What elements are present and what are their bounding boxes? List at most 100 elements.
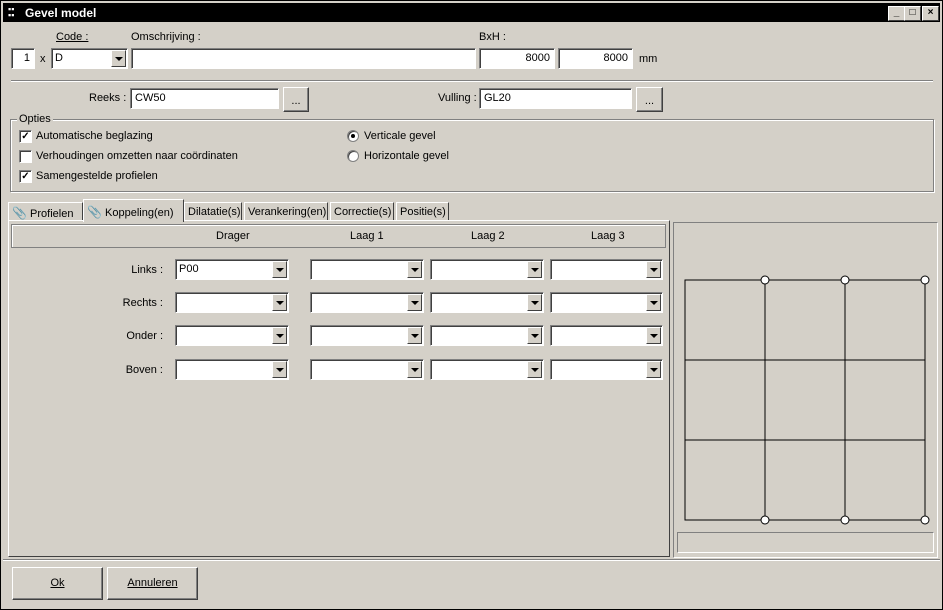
chevron-down-icon[interactable] xyxy=(272,261,287,278)
checkbox-automatische-beglazing[interactable]: ✓ xyxy=(19,130,32,143)
reeks-input[interactable]: CW50 xyxy=(130,88,279,109)
radio-dot-icon xyxy=(351,134,355,138)
radio-verticale-gevel[interactable] xyxy=(347,130,359,142)
reeks-label: Reeks : xyxy=(89,92,127,104)
height-input[interactable]: 8000 xyxy=(558,48,633,69)
checkbox-label: Verhoudingen omzetten naar coördinaten xyxy=(36,150,238,162)
tab-verankeringen[interactable]: Verankering(en) xyxy=(244,202,328,220)
app-icon: ▪▪ ▪▪ xyxy=(8,4,15,20)
count-field[interactable]: 1 xyxy=(11,48,35,69)
chevron-down-icon[interactable] xyxy=(646,361,661,378)
checkbox-label: Samengestelde profielen xyxy=(36,170,158,182)
code-select[interactable]: D xyxy=(51,48,128,69)
opties-title: Opties xyxy=(17,113,53,125)
close-icon: × xyxy=(927,7,934,18)
koppeling-select[interactable] xyxy=(310,325,424,346)
tab-profielen[interactable]: 📎 Profielen xyxy=(8,202,83,220)
koppeling-select[interactable] xyxy=(550,259,663,280)
chevron-down-icon[interactable] xyxy=(407,261,422,278)
reeks-browse-button[interactable]: ... xyxy=(283,87,309,112)
chevron-down-icon[interactable] xyxy=(407,327,422,344)
facade-preview[interactable] xyxy=(677,226,935,526)
column-header-drager: Drager xyxy=(216,230,250,242)
koppeling-select[interactable] xyxy=(550,359,663,380)
checkbox-samengestelde-profielen[interactable]: ✓ xyxy=(19,170,32,183)
ok-button-label: Ok xyxy=(50,577,65,589)
tab-posities[interactable]: Positie(s) xyxy=(396,202,449,220)
koppeling-select-value: P00 xyxy=(179,263,199,275)
koppeling-select[interactable] xyxy=(175,325,289,346)
column-header-laag-3: Laag 3 xyxy=(591,230,625,242)
koppeling-select[interactable] xyxy=(550,325,663,346)
ok-button[interactable]: Ok xyxy=(12,567,103,600)
chevron-down-icon[interactable] xyxy=(527,261,542,278)
tab-label: Correctie(s) xyxy=(334,206,392,218)
chevron-down-icon[interactable] xyxy=(407,361,422,378)
code-label: Code : xyxy=(56,31,89,43)
koppeling-select[interactable] xyxy=(310,259,424,280)
row-label: Onder : xyxy=(126,330,163,342)
node-handle[interactable] xyxy=(840,515,850,525)
close-button[interactable]: × xyxy=(922,6,939,21)
vulling-input[interactable]: GL20 xyxy=(479,88,632,109)
tab-koppelingen[interactable]: 📎 Koppeling(en) xyxy=(83,199,184,222)
tab-label: Profielen xyxy=(30,208,74,220)
koppeling-select[interactable] xyxy=(175,292,289,313)
node-handle[interactable] xyxy=(920,275,930,285)
checkbox-verhoudingen[interactable] xyxy=(19,150,32,163)
chevron-down-icon[interactable] xyxy=(527,294,542,311)
node-handle[interactable] xyxy=(760,515,770,525)
radio-label: Verticale gevel xyxy=(364,130,436,142)
koppeling-select[interactable] xyxy=(430,259,544,280)
chevron-down-icon[interactable] xyxy=(111,50,126,67)
chevron-down-icon[interactable] xyxy=(646,294,661,311)
tab-label: Dilatatie(s) xyxy=(188,206,241,218)
title-bar[interactable]: ▪▪ ▪▪ Gevel model _ □ × xyxy=(3,3,940,22)
chevron-down-icon[interactable] xyxy=(272,294,287,311)
koppeling-select[interactable] xyxy=(430,325,544,346)
node-handle[interactable] xyxy=(840,275,850,285)
node-handle[interactable] xyxy=(920,515,930,525)
chevron-down-icon[interactable] xyxy=(646,327,661,344)
radio-horizontale-gevel[interactable] xyxy=(347,150,359,162)
maximize-button[interactable]: □ xyxy=(904,6,921,21)
dialog-window: ▪▪ ▪▪ Gevel model _ □ × Code : Omschrijvi… xyxy=(0,0,943,610)
column-header-laag-2: Laag 2 xyxy=(471,230,505,242)
tab-label: Koppeling(en) xyxy=(105,207,174,219)
column-header-laag-1: Laag 1 xyxy=(350,230,384,242)
tab-correcties[interactable]: Correctie(s) xyxy=(330,202,394,220)
koppeling-select[interactable] xyxy=(175,359,289,380)
footer-separator xyxy=(3,559,940,561)
koppeling-select[interactable]: P00 xyxy=(175,259,289,280)
separator xyxy=(11,80,933,82)
vulling-browse-button[interactable]: ... xyxy=(636,87,663,112)
radio-label: Horizontale gevel xyxy=(364,150,449,162)
chevron-down-icon[interactable] xyxy=(527,361,542,378)
omschrijving-label: Omschrijving : xyxy=(131,31,201,43)
koppeling-select[interactable] xyxy=(430,359,544,380)
koppeling-select[interactable] xyxy=(310,292,424,313)
chevron-down-icon[interactable] xyxy=(527,327,542,344)
koppeling-select[interactable] xyxy=(430,292,544,313)
width-input[interactable]: 8000 xyxy=(479,48,555,69)
check-icon: ✓ xyxy=(21,171,30,182)
chevron-down-icon[interactable] xyxy=(272,327,287,344)
facade-frame xyxy=(684,279,926,521)
cancel-button[interactable]: Annuleren xyxy=(107,567,198,600)
unit-label: mm xyxy=(639,53,658,65)
omschrijving-input[interactable] xyxy=(131,48,476,69)
node-handle[interactable] xyxy=(760,275,770,285)
chevron-down-icon[interactable] xyxy=(272,361,287,378)
koppeling-select[interactable] xyxy=(310,359,424,380)
chevron-down-icon[interactable] xyxy=(407,294,422,311)
check-icon: ✓ xyxy=(21,131,30,142)
minimize-button[interactable]: _ xyxy=(888,6,905,21)
cancel-button-label: Annuleren xyxy=(127,577,178,589)
chevron-down-icon[interactable] xyxy=(646,261,661,278)
tab-dilataties[interactable]: Dilatatie(s) xyxy=(184,202,242,220)
checkbox-label: Automatische beglazing xyxy=(36,130,153,142)
row-label: Links : xyxy=(131,264,163,276)
koppeling-select[interactable] xyxy=(550,292,663,313)
tab-label: Verankering(en) xyxy=(248,206,327,218)
grid-header xyxy=(11,224,666,248)
